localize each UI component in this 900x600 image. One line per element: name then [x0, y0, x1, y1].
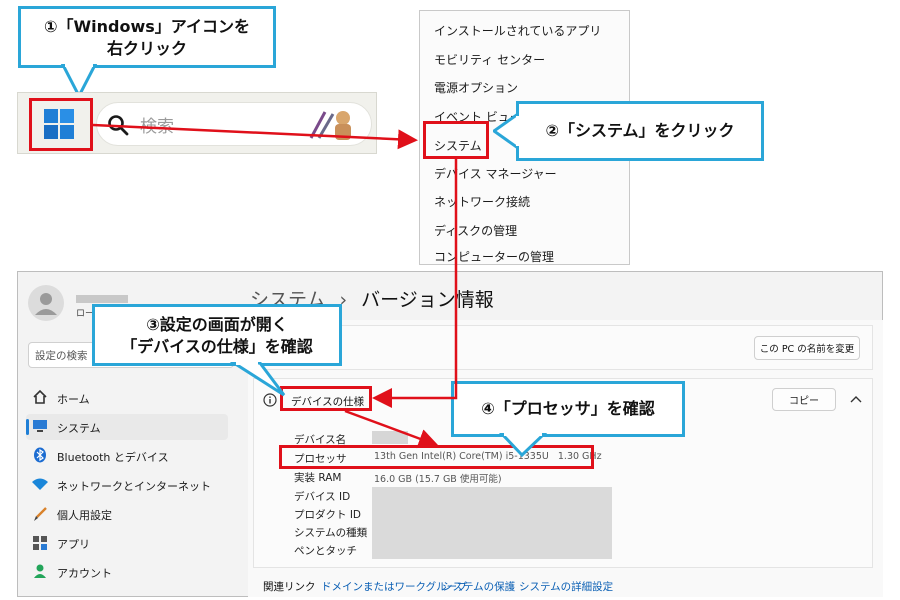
spec-values-redacted: [372, 487, 612, 559]
spec-label-pen-touch: ペンとタッチ: [294, 545, 357, 557]
spec-label-product-id: プロダクト ID: [294, 509, 362, 521]
avatar: [28, 285, 64, 321]
menu-item-mobility-center[interactable]: モビリティ センター: [434, 51, 545, 68]
related-links-label: 関連リンク: [263, 581, 316, 593]
link-advanced-system-settings[interactable]: システムの詳細設定: [519, 579, 613, 594]
device-specs-highlight: [280, 386, 372, 411]
step3-callout-tail: [230, 362, 286, 397]
menu-item-device-manager[interactable]: デバイス マネージャー: [434, 165, 557, 182]
sidebar-selected-indicator: [26, 419, 29, 435]
step2-callout-tail: [493, 112, 519, 150]
sidebar-item-system[interactable]: システム: [57, 420, 101, 436]
monitor-icon: [33, 420, 47, 432]
step1-callout-line2: 右クリック: [106, 39, 187, 58]
sidebar-item-personalization[interactable]: 個人用設定: [57, 507, 112, 523]
menu-item-power-options[interactable]: 電源オプション: [434, 79, 518, 96]
sidebar-item-bluetooth[interactable]: Bluetooth とデバイス: [57, 449, 169, 465]
spec-value-ram: 16.0 GB (15.7 GB 使用可能): [374, 474, 502, 485]
step4-callout-text: ④「プロセッサ」を確認: [481, 399, 655, 418]
bluetooth-icon: [34, 447, 46, 463]
menu-item-network-connections[interactable]: ネットワーク接続: [434, 193, 530, 210]
sidebar-item-apps[interactable]: アプリ: [57, 536, 90, 552]
link-system-protection[interactable]: システムの保護: [442, 579, 515, 594]
step1-callout: ①「Windows」アイコンを 右クリック: [18, 6, 276, 68]
rename-pc-button-label: この PC の名前を変更: [759, 344, 855, 355]
copy-button-label: コピー: [789, 396, 819, 407]
sidebar-item-network[interactable]: ネットワークとインターネット: [57, 478, 211, 494]
search-highlight-image-icon: [309, 111, 351, 140]
search-icon: [108, 115, 129, 136]
step2-callout-text: ②「システム」をクリック: [545, 121, 735, 140]
step3-callout-line2: 「デバイスの仕様」を確認: [121, 337, 313, 356]
brush-icon: [34, 507, 47, 521]
settings-search-placeholder: 設定の検索: [35, 350, 88, 362]
spec-label-ram: 実装 RAM: [294, 472, 342, 484]
device-name-redacted: [372, 431, 408, 444]
spec-label-system-type: システムの種類: [294, 527, 368, 539]
home-icon: [33, 389, 47, 404]
account-icon: [34, 564, 46, 578]
system-menu-highlight: [423, 121, 489, 159]
apps-icon: [33, 536, 47, 550]
chevron-up-icon[interactable]: [850, 395, 862, 403]
step3-callout: ③設定の画面が開く 「デバイスの仕様」を確認: [92, 304, 342, 366]
windows-button-highlight: [29, 98, 93, 151]
user-icon: [35, 293, 57, 315]
spec-label-device-id: デバイス ID: [294, 491, 351, 503]
menu-item-installed-apps[interactable]: インストールされているアプリ: [434, 22, 601, 39]
taskbar-search-placeholder: 検索: [140, 117, 174, 137]
step4-callout-tail: [498, 433, 548, 457]
step3-callout-line1: ③設定の画面が開く: [146, 315, 288, 334]
step2-callout: ②「システム」をクリック: [516, 101, 764, 161]
menu-item-disk-management[interactable]: ディスクの管理: [434, 222, 517, 239]
rename-pc-button[interactable]: この PC の名前を変更: [754, 336, 860, 360]
page-title: バージョン情報: [361, 289, 494, 311]
sidebar-item-home[interactable]: ホーム: [57, 391, 90, 407]
menu-item-computer-management[interactable]: コンピューターの管理: [434, 248, 554, 265]
sidebar-item-accounts[interactable]: アカウント: [57, 565, 112, 581]
copy-button[interactable]: コピー: [772, 388, 836, 411]
user-name-redacted: [76, 295, 128, 303]
wifi-icon: [32, 478, 48, 490]
step4-callout: ④「プロセッサ」を確認: [451, 381, 685, 437]
step1-callout-line1: ①「Windows」アイコンを: [43, 17, 251, 36]
